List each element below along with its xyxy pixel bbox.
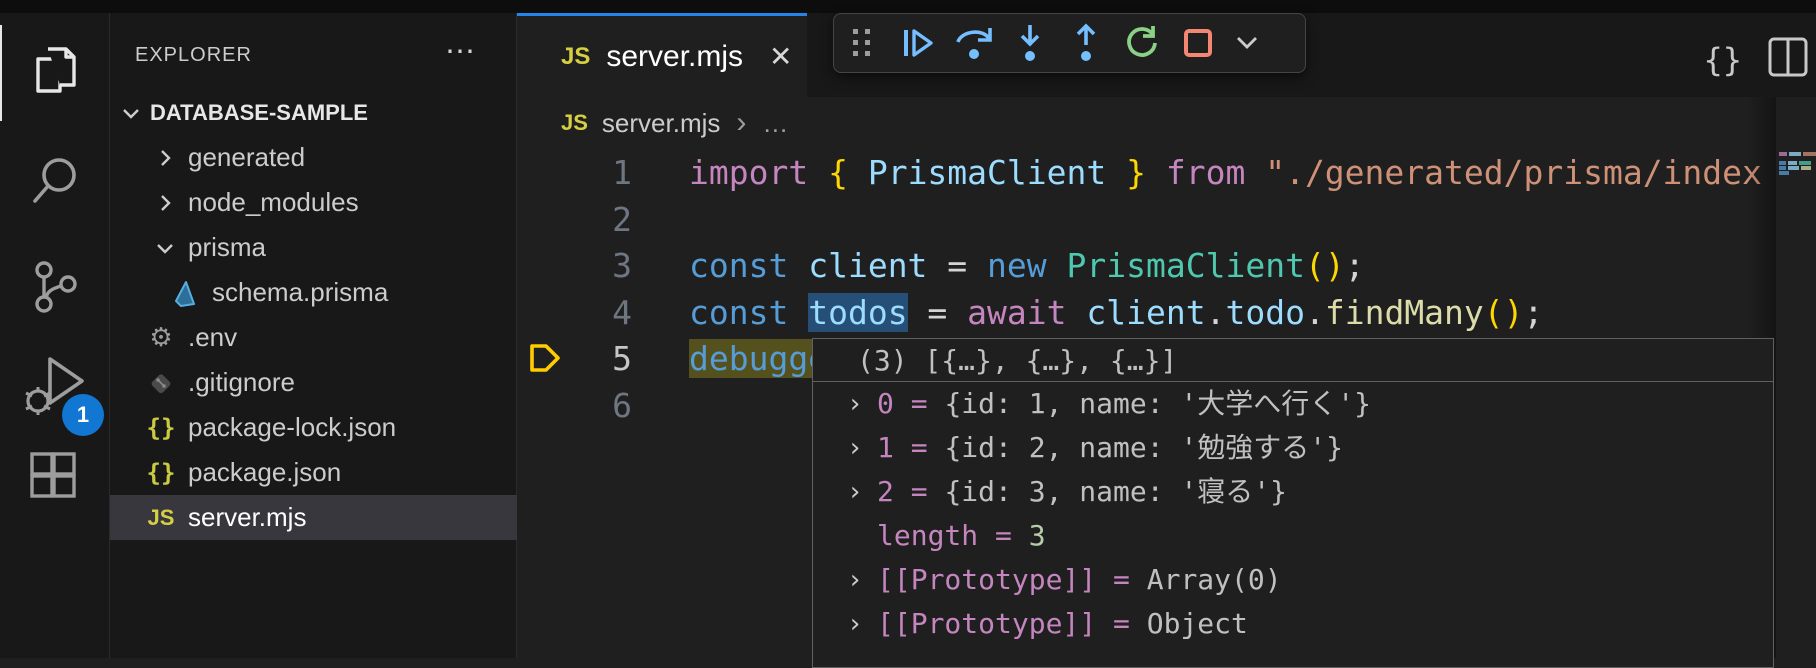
activity-extensions-button[interactable] xyxy=(0,435,110,531)
activity-source-control-button[interactable] xyxy=(0,241,110,337)
chevron-down-icon xyxy=(120,102,142,124)
popup-row-length[interactable]: › length = 3 xyxy=(813,514,1773,558)
chevron-right-icon[interactable]: › xyxy=(847,602,877,646)
tree-item-label: prisma xyxy=(188,232,266,263)
minimap-line xyxy=(1779,152,1816,156)
chevron-right-icon[interactable]: › xyxy=(847,382,877,426)
activity-bar: 1 xyxy=(0,13,110,658)
editor-actions: {} xyxy=(1703,37,1808,82)
files-icon xyxy=(30,43,82,104)
more-actions-icon[interactable]: ⋯ xyxy=(445,34,475,69)
javascript-icon: JS xyxy=(561,43,590,71)
minimap-line xyxy=(1779,161,1813,165)
tree-item-schema-prisma[interactable]: schema.prisma xyxy=(110,270,517,315)
tree-item-package-json[interactable]: {} package.json xyxy=(110,450,517,495)
chevron-down-icon[interactable] xyxy=(1226,19,1268,67)
search-icon xyxy=(27,153,83,214)
chevron-right-icon[interactable]: › xyxy=(847,426,877,470)
chevron-right-icon[interactable]: › xyxy=(847,470,877,514)
drag-handle-icon[interactable] xyxy=(834,19,890,67)
tree-item-label: package.json xyxy=(188,457,341,488)
breadcrumb-more[interactable]: … xyxy=(762,108,788,139)
tree-item-label: .gitignore xyxy=(188,367,295,398)
tree-item-label: .env xyxy=(188,322,237,353)
tree-item-env[interactable]: ⚙ .env xyxy=(110,315,517,360)
explorer-title: EXPLORER xyxy=(135,44,252,67)
popup-array-preview: (3) [{…}, {…}, {…}] xyxy=(813,339,1773,382)
step-out-button[interactable] xyxy=(1058,19,1114,67)
brackets-icon[interactable]: {} xyxy=(1703,41,1742,79)
step-over-button[interactable] xyxy=(946,19,1002,67)
extensions-icon xyxy=(26,452,84,515)
breadcrumb-file[interactable]: server.mjs xyxy=(602,108,720,139)
tree-item-gitignore[interactable]: .gitignore xyxy=(110,360,517,405)
tree-item-package-lock[interactable]: {} package-lock.json xyxy=(110,405,517,450)
activity-run-debug-button[interactable]: 1 xyxy=(0,340,110,436)
tree-item-label: package-lock.json xyxy=(188,412,396,443)
explorer-header: EXPLORER ⋯ xyxy=(110,36,516,76)
code-line-1: import { PrismaClient } from "./generate… xyxy=(517,149,1776,196)
tree-item-label: schema.prisma xyxy=(212,277,388,308)
source-control-icon xyxy=(27,258,83,321)
chevron-right-icon: › xyxy=(736,106,746,140)
popup-row-index-2[interactable]: › 2 = {id: 3, name: '寝る'} xyxy=(813,470,1773,514)
minimap-line xyxy=(1779,166,1813,170)
restart-button[interactable] xyxy=(1114,19,1170,67)
section-label: DATABASE-SAMPLE xyxy=(150,100,368,126)
tree-item-label: node_modules xyxy=(188,187,359,218)
git-icon xyxy=(146,369,176,397)
gear-icon: ⚙ xyxy=(146,323,176,353)
chevron-right-icon[interactable]: › xyxy=(847,558,877,602)
debug-badge: 1 xyxy=(62,394,104,436)
step-into-button[interactable] xyxy=(1002,19,1058,67)
tab-label: server.mjs xyxy=(606,40,743,74)
explorer-section-database-sample[interactable]: DATABASE-SAMPLE xyxy=(110,90,516,135)
popup-row-index-1[interactable]: › 1 = {id: 2, name: '勉強する'} xyxy=(813,426,1773,470)
popup-row-prototype-array[interactable]: › [[Prototype]] = Array(0) xyxy=(813,558,1773,602)
activity-search-button[interactable] xyxy=(0,135,110,231)
chevron-down-icon xyxy=(154,237,176,259)
minimap[interactable] xyxy=(1776,97,1816,658)
window-top-strip xyxy=(0,0,1816,13)
continue-button[interactable] xyxy=(890,19,946,67)
split-editor-icon[interactable] xyxy=(1768,37,1808,82)
explorer-sidebar: EXPLORER ⋯ DATABASE-SAMPLE generated nod… xyxy=(110,13,517,658)
tree-item-prisma[interactable]: prisma xyxy=(110,225,517,270)
stop-button[interactable] xyxy=(1170,19,1226,67)
activity-explorer-button[interactable] xyxy=(0,25,110,121)
close-icon[interactable]: ✕ xyxy=(769,40,792,73)
code-line-4: const todos = await client.todo.findMany… xyxy=(517,289,1776,336)
chevron-right-icon xyxy=(154,147,176,169)
tree-item-node-modules[interactable]: node_modules xyxy=(110,180,517,225)
json-braces-icon: {} xyxy=(146,459,176,487)
tree-item-server-mjs[interactable]: JS server.mjs xyxy=(110,495,517,540)
chevron-right-icon xyxy=(154,192,176,214)
minimap-line xyxy=(1779,171,1791,175)
debug-toolbar xyxy=(833,13,1306,73)
javascript-icon: JS xyxy=(146,505,176,531)
tab-server-mjs[interactable]: JS server.mjs ✕ xyxy=(517,13,807,97)
popup-row-prototype-object[interactable]: › [[Prototype]] = Object xyxy=(813,602,1773,646)
tree-item-generated[interactable]: generated xyxy=(110,135,517,180)
code-line-2 xyxy=(517,196,1776,243)
tree-item-label: server.mjs xyxy=(188,502,306,533)
debug-value-popup: (3) [{…}, {…}, {…}] › 0 = {id: 1, name: … xyxy=(812,338,1774,668)
popup-row-index-0[interactable]: › 0 = {id: 1, name: '大学へ行く'} xyxy=(813,382,1773,426)
json-braces-icon: {} xyxy=(146,414,176,442)
code-line-3: const client = new PrismaClient(); xyxy=(517,242,1776,289)
javascript-icon: JS xyxy=(561,110,588,136)
prisma-icon xyxy=(170,279,200,307)
breadcrumb[interactable]: JS server.mjs › … xyxy=(517,97,1776,149)
tree-item-label: generated xyxy=(188,142,305,173)
